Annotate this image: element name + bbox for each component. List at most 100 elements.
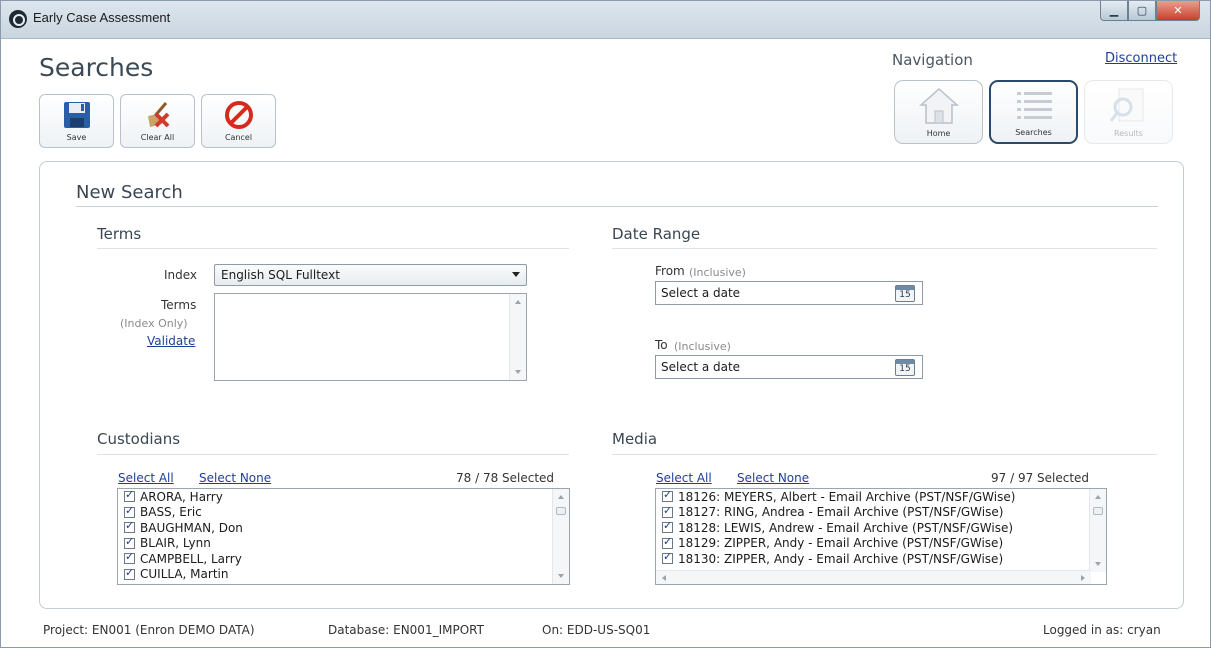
status-logged-in-user: Logged in as: cryan bbox=[1043, 623, 1161, 637]
checkbox-checked-icon[interactable] bbox=[662, 489, 673, 503]
date-range-divider bbox=[612, 248, 1157, 249]
minimize-icon: ▁ bbox=[1109, 4, 1119, 17]
close-window-button[interactable]: ✕ bbox=[1156, 1, 1200, 21]
terms-scrollbar[interactable] bbox=[509, 294, 526, 380]
media-section-title: Media bbox=[612, 430, 658, 448]
searches-list-icon bbox=[1016, 92, 1052, 119]
index-dropdown[interactable]: English SQL Fulltext bbox=[214, 264, 527, 286]
media-list-item-label: 18127: RING, Andrea - Email Archive (PST… bbox=[678, 505, 1004, 520]
status-database: Database: EN001_IMPORT bbox=[328, 623, 484, 637]
page-title: Searches bbox=[39, 53, 154, 82]
media-select-all-link[interactable]: Select All bbox=[656, 471, 712, 485]
checkbox-checked-icon[interactable] bbox=[662, 550, 673, 565]
media-list-item-label: 18130: ZIPPER, Andy - Email Archive (PST… bbox=[678, 551, 1004, 566]
title-bar[interactable]: Early Case Assessment ▁ ▢ ✕ bbox=[1, 1, 1210, 39]
custodian-list-item-label: BASS, Eric bbox=[140, 505, 202, 520]
terms-divider bbox=[97, 248, 569, 249]
from-inclusive-note: (Inclusive) bbox=[689, 266, 746, 279]
checkbox-checked-icon[interactable] bbox=[662, 519, 673, 534]
media-horizontal-scrollbar[interactable] bbox=[656, 570, 1091, 584]
custodians-select-none-link[interactable]: Select None bbox=[199, 471, 271, 485]
checkbox-checked-icon[interactable] bbox=[124, 489, 135, 503]
media-list-item[interactable]: 18129: ZIPPER, Andy - Email Archive (PST… bbox=[656, 535, 1106, 552]
checkbox-checked-icon[interactable] bbox=[124, 535, 135, 549]
scroll-thumb[interactable] bbox=[556, 507, 566, 515]
media-list[interactable]: 18126: MEYERS, Albert - Email Archive (P… bbox=[655, 488, 1107, 585]
home-icon bbox=[918, 87, 959, 124]
clear-all-button[interactable]: Clear All bbox=[120, 94, 195, 148]
media-divider bbox=[612, 454, 1157, 455]
window-title: Early Case Assessment bbox=[33, 10, 171, 25]
media-list-item[interactable]: 18127: RING, Andrea - Email Archive (PST… bbox=[656, 504, 1106, 521]
scroll-thumb[interactable] bbox=[1093, 507, 1103, 515]
checkbox-checked-icon[interactable] bbox=[124, 550, 135, 565]
nav-home-button[interactable]: Home bbox=[894, 80, 983, 144]
disconnect-link[interactable]: Disconnect bbox=[1105, 51, 1177, 66]
custodian-list-item-label: BAUGHMAN, Don bbox=[140, 520, 243, 535]
checkbox-checked-icon[interactable] bbox=[124, 566, 135, 580]
date-range-section-title: Date Range bbox=[612, 225, 701, 243]
terms-section-title: Terms bbox=[97, 225, 142, 243]
index-dropdown-value: English SQL Fulltext bbox=[221, 268, 340, 282]
media-select-none-link[interactable]: Select None bbox=[737, 471, 809, 485]
cancel-button[interactable]: Cancel bbox=[201, 94, 276, 148]
checkbox-checked-icon[interactable] bbox=[124, 504, 135, 518]
scroll-down-icon bbox=[1095, 562, 1101, 566]
to-date-placeholder: Select a date bbox=[661, 360, 741, 374]
from-label: From bbox=[655, 264, 685, 278]
nav-searches-label: Searches bbox=[1015, 128, 1052, 137]
save-button[interactable]: Save bbox=[39, 94, 114, 148]
new-search-divider bbox=[76, 206, 1158, 207]
terms-textarea[interactable] bbox=[214, 293, 527, 381]
media-list-item-label: 18126: MEYERS, Albert - Email Archive (P… bbox=[678, 489, 1016, 504]
custodian-list-item[interactable]: BASS, Eric bbox=[118, 504, 569, 521]
media-list-item[interactable]: 18126: MEYERS, Albert - Email Archive (P… bbox=[656, 489, 1106, 505]
custodian-list-item-label: CAMPBELL, Larry bbox=[140, 551, 242, 566]
calendar-day: 15 bbox=[899, 364, 911, 374]
nav-searches-button[interactable]: Searches bbox=[989, 80, 1078, 144]
nav-results-button[interactable]: Results bbox=[1084, 80, 1173, 144]
checkbox-checked-icon[interactable] bbox=[124, 519, 135, 534]
validate-link[interactable]: Validate bbox=[147, 334, 195, 348]
custodian-list-item[interactable]: BLAIR, Lynn bbox=[118, 535, 569, 552]
close-icon: ✕ bbox=[1173, 4, 1183, 17]
custodians-select-all-link[interactable]: Select All bbox=[118, 471, 174, 485]
navigation-label: Navigation bbox=[892, 51, 973, 69]
custodian-list-item[interactable]: CUILLA, Martin bbox=[118, 566, 569, 583]
status-server: On: EDD-US-SQ01 bbox=[542, 623, 651, 637]
window-controls: ▁ ▢ ✕ bbox=[1100, 1, 1200, 25]
terms-label: Terms bbox=[161, 298, 197, 312]
checkbox-checked-icon[interactable] bbox=[662, 535, 673, 549]
to-inclusive-note: (Inclusive) bbox=[674, 340, 731, 353]
new-search-panel: New Search Terms Index English SQL Fullt… bbox=[39, 161, 1184, 609]
custodian-list-item-label: CUILLA, Martin bbox=[140, 567, 229, 582]
app-logo-icon bbox=[9, 10, 27, 28]
custodians-scrollbar[interactable] bbox=[552, 489, 569, 584]
custodian-list-item[interactable]: BAUGHMAN, Don bbox=[118, 519, 569, 536]
media-list-item[interactable]: 18128: LEWIS, Andrew - Email Archive (PS… bbox=[656, 519, 1106, 536]
custodians-selected-count: 78 / 78 Selected bbox=[456, 471, 555, 485]
from-date-input[interactable]: Select a date 15 bbox=[655, 281, 923, 305]
scroll-right-icon bbox=[1081, 575, 1085, 581]
minimize-button[interactable]: ▁ bbox=[1100, 1, 1128, 21]
custodian-list-item[interactable]: CAMPBELL, Larry bbox=[118, 550, 569, 567]
checkbox-checked-icon[interactable] bbox=[662, 504, 673, 518]
calendar-icon[interactable]: 15 bbox=[895, 285, 915, 302]
media-list-item[interactable]: 18130: ZIPPER, Andy - Email Archive (PST… bbox=[656, 550, 1106, 567]
nav-home-label: Home bbox=[926, 129, 951, 138]
status-project: Project: EN001 (Enron DEMO DATA) bbox=[43, 623, 255, 637]
custodian-list-item[interactable]: ARORA, Harry bbox=[118, 489, 569, 505]
custodian-list-item-label: ARORA, Harry bbox=[140, 489, 223, 504]
calendar-icon[interactable]: 15 bbox=[895, 359, 915, 376]
scroll-up-icon bbox=[515, 300, 521, 304]
custodians-divider bbox=[97, 454, 569, 455]
cancel-icon bbox=[224, 101, 253, 129]
maximize-button[interactable]: ▢ bbox=[1128, 1, 1156, 21]
from-date-placeholder: Select a date bbox=[661, 286, 741, 300]
media-scrollbar[interactable] bbox=[1089, 489, 1106, 572]
custodians-list[interactable]: ARORA, HarryBASS, EricBAUGHMAN, DonBLAIR… bbox=[117, 488, 570, 585]
cancel-button-label: Cancel bbox=[224, 133, 253, 142]
scroll-down-icon bbox=[515, 370, 521, 374]
to-date-input[interactable]: Select a date 15 bbox=[655, 355, 923, 379]
maximize-icon: ▢ bbox=[1136, 4, 1148, 17]
